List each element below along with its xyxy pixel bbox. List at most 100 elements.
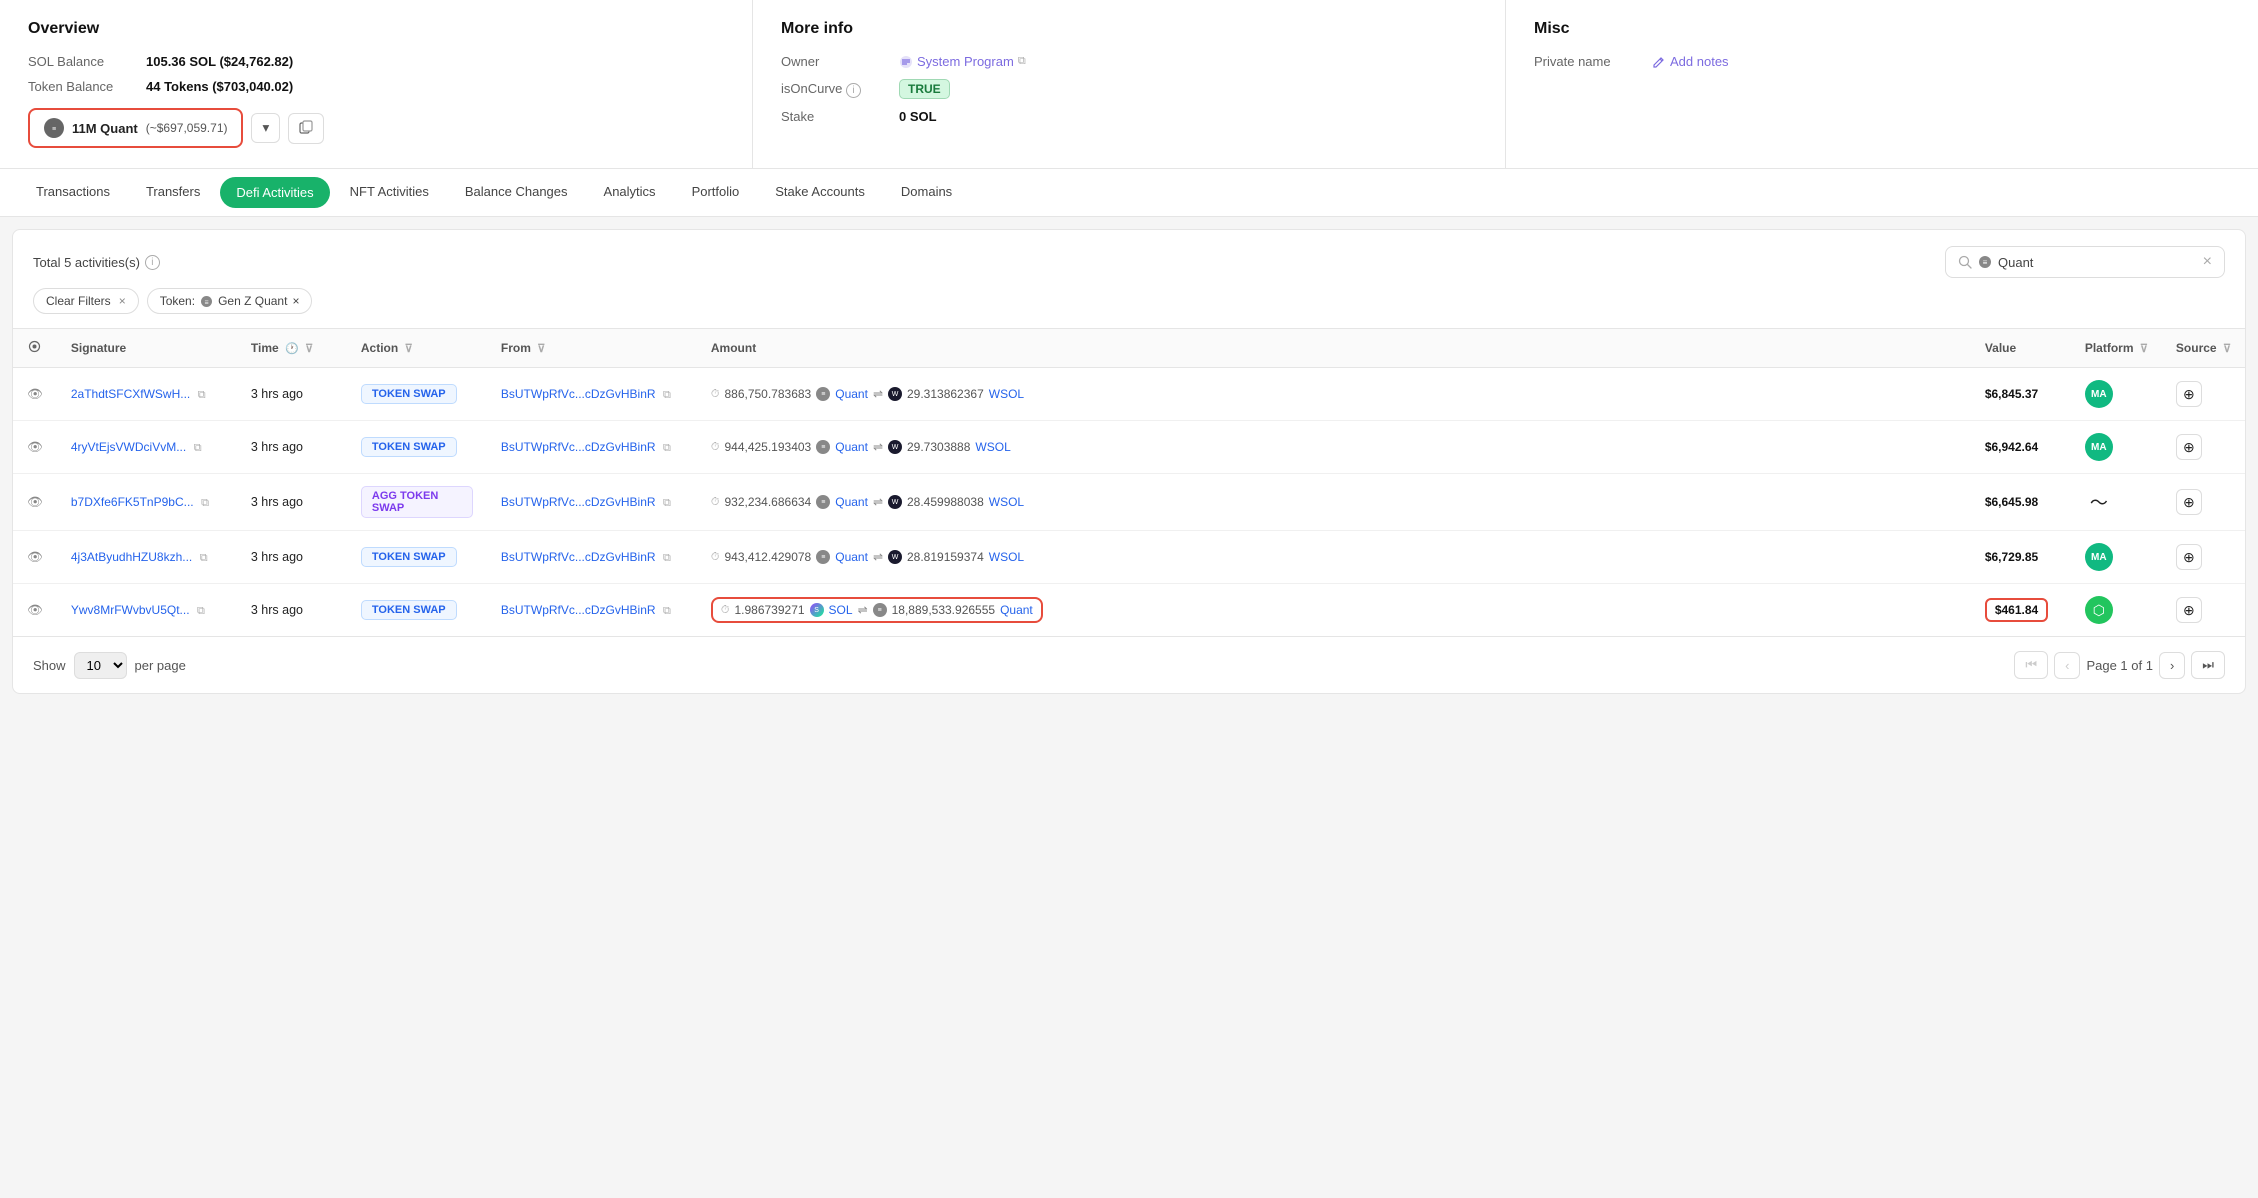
row-eye-icon[interactable]: 👁 bbox=[27, 603, 43, 617]
col-header-signature: Signature bbox=[57, 329, 237, 368]
token-copy-button[interactable] bbox=[288, 113, 324, 144]
value-cell: $6,645.98 bbox=[1985, 495, 2038, 509]
row-eye-icon[interactable]: 👁 bbox=[27, 550, 43, 564]
owner-row: Owner System Program ⧉ bbox=[781, 54, 1477, 69]
action-filter-icon[interactable]: ⊽ bbox=[405, 343, 413, 355]
amount-from-num: 1.986739271 bbox=[734, 603, 804, 617]
copy-icon[interactable]: ⧉ bbox=[1018, 55, 1026, 68]
from-copy-icon[interactable]: ⧉ bbox=[663, 552, 671, 564]
signature-link[interactable]: Ywv8MrFWvbvU5Qt... bbox=[71, 603, 190, 617]
first-page-button[interactable]: ⏮ bbox=[2014, 651, 2048, 679]
col-header-amount: Amount bbox=[697, 329, 1971, 368]
amount-cell: ⏱ 944,425.193403 ≡ Quant ⇌ W 29.7303888 … bbox=[711, 440, 1957, 454]
count-info-icon[interactable]: i bbox=[145, 255, 160, 270]
from-address[interactable]: BsUTWpRfVc...cDzGvHBinR bbox=[501, 440, 656, 454]
signature-link[interactable]: 4ryVtEjsVWDciVvM... bbox=[71, 440, 186, 454]
clear-filters-chip[interactable]: Clear Filters × bbox=[33, 288, 139, 314]
from-copy-icon[interactable]: ⧉ bbox=[663, 605, 671, 617]
search-input[interactable] bbox=[1998, 255, 2197, 270]
signature-link[interactable]: b7DXfe6FK5TnP9bC... bbox=[71, 495, 194, 509]
misc-title: Misc bbox=[1534, 20, 2230, 38]
token-box-icon: ≡ bbox=[44, 118, 64, 138]
time-filter-icon[interactable]: ⊽ bbox=[305, 343, 313, 355]
row-time: 3 hrs ago bbox=[251, 387, 303, 401]
from-copy-icon[interactable]: ⧉ bbox=[663, 497, 671, 509]
source-filter-icon[interactable]: ⊽ bbox=[2223, 343, 2231, 355]
tab-transfers[interactable]: Transfers bbox=[130, 170, 216, 215]
amount-from-token[interactable]: Quant bbox=[835, 495, 868, 509]
amount-from-token[interactable]: Quant bbox=[835, 550, 868, 564]
row-eye-icon[interactable]: 👁 bbox=[27, 495, 43, 509]
from-address[interactable]: BsUTWpRfVc...cDzGvHBinR bbox=[501, 387, 656, 401]
next-page-button[interactable]: › bbox=[2159, 652, 2185, 679]
amount-from-token[interactable]: SOL bbox=[829, 603, 853, 617]
tab-transactions[interactable]: Transactions bbox=[20, 170, 126, 215]
amount-to-token[interactable]: Quant bbox=[1000, 603, 1033, 617]
from-address[interactable]: BsUTWpRfVc...cDzGvHBinR bbox=[501, 495, 656, 509]
amount-to-num: 28.819159374 bbox=[907, 550, 984, 564]
amount-from-token[interactable]: Quant bbox=[835, 440, 868, 454]
sig-copy-icon[interactable]: ⧉ bbox=[198, 389, 206, 401]
amount-to-token[interactable]: WSOL bbox=[989, 550, 1024, 564]
owner-link[interactable]: System Program ⧉ bbox=[899, 54, 1026, 69]
is-on-curve-row: isOnCurve i TRUE bbox=[781, 79, 1477, 99]
from-address[interactable]: BsUTWpRfVc...cDzGvHBinR bbox=[501, 603, 656, 617]
tab-analytics[interactable]: Analytics bbox=[588, 170, 672, 215]
is-on-curve-label: isOnCurve i bbox=[781, 81, 891, 98]
col-header-source: Source ⊽ bbox=[2162, 329, 2245, 368]
sig-copy-icon[interactable]: ⧉ bbox=[200, 552, 208, 564]
tab-portfolio[interactable]: Portfolio bbox=[676, 170, 756, 215]
time-clock-icon[interactable]: 🕐 bbox=[285, 343, 299, 355]
sol-balance-value: 105.36 SOL ($24,762.82) bbox=[146, 54, 293, 69]
sig-copy-icon[interactable]: ⧉ bbox=[194, 442, 202, 454]
platform-avatar: MA bbox=[2085, 380, 2113, 408]
add-notes-link[interactable]: Add notes bbox=[1652, 54, 1729, 69]
row-action-cell: TOKEN SWAP bbox=[347, 368, 487, 421]
filter-row: Clear Filters × Token: ≡ Gen Z Quant × bbox=[13, 278, 2245, 328]
tab-defi[interactable]: Defi Activities bbox=[220, 177, 329, 208]
col-time-label: Time bbox=[251, 341, 279, 355]
swap-arrows-icon: ⇌ bbox=[873, 440, 883, 454]
tab-balance-changes[interactable]: Balance Changes bbox=[449, 170, 584, 215]
token-selector-box[interactable]: ≡ 11M Quant (~$697,059.71) bbox=[28, 108, 243, 148]
from-copy-icon[interactable]: ⧉ bbox=[663, 389, 671, 401]
info-icon[interactable]: i bbox=[846, 83, 861, 98]
value-cell: $6,729.85 bbox=[1985, 550, 2038, 564]
sig-copy-icon[interactable]: ⧉ bbox=[197, 605, 205, 617]
col-platform-label: Platform bbox=[2085, 341, 2134, 355]
from-copy-icon[interactable]: ⧉ bbox=[663, 442, 671, 454]
token-filter-x[interactable]: × bbox=[292, 294, 299, 308]
row-value-cell: $6,729.85 bbox=[1971, 531, 2071, 584]
table-row: 👁 4ryVtEjsVWDciVvM... ⧉ 3 hrs ago TOKEN … bbox=[13, 421, 2245, 474]
row-value-cell: $461.84 bbox=[1971, 584, 2071, 637]
search-box[interactable]: ≡ × bbox=[1945, 246, 2225, 278]
amount-to-token[interactable]: WSOL bbox=[989, 387, 1024, 401]
per-page-select[interactable]: 10 25 50 bbox=[74, 652, 127, 679]
last-page-button[interactable]: ⏭ bbox=[2191, 651, 2225, 679]
amount-to-token[interactable]: WSOL bbox=[975, 440, 1010, 454]
signature-link[interactable]: 2aThdtSFCXfWSwH... bbox=[71, 387, 190, 401]
token-dropdown-button[interactable]: ▾ bbox=[251, 113, 280, 143]
search-clear-icon[interactable]: × bbox=[2203, 253, 2212, 271]
row-eye-icon[interactable]: 👁 bbox=[27, 440, 43, 454]
tab-stake-accounts[interactable]: Stake Accounts bbox=[759, 170, 881, 215]
platform-filter-icon[interactable]: ⊽ bbox=[2140, 343, 2148, 355]
prev-page-button[interactable]: ‹ bbox=[2054, 652, 2080, 679]
row-amount-cell: ⏱ 943,412.429078 ≡ Quant ⇌ W 28.81915937… bbox=[697, 531, 1971, 584]
signature-link[interactable]: 4j3AtByudhHZU8kzh... bbox=[71, 550, 192, 564]
sig-copy-icon[interactable]: ⧉ bbox=[201, 497, 209, 509]
from-address[interactable]: BsUTWpRfVc...cDzGvHBinR bbox=[501, 550, 656, 564]
clear-filters-x[interactable]: × bbox=[119, 294, 126, 308]
more-info-card: More info Owner System Program ⧉ isOnCur… bbox=[753, 0, 1506, 168]
col-header-value: Value bbox=[1971, 329, 2071, 368]
row-from-cell: BsUTWpRfVc...cDzGvHBinR ⧉ bbox=[487, 474, 697, 531]
tab-nft[interactable]: NFT Activities bbox=[334, 170, 445, 215]
amount-from-num: 944,425.193403 bbox=[724, 440, 811, 454]
sol-balance-row: SOL Balance 105.36 SOL ($24,762.82) bbox=[28, 54, 724, 69]
eye-settings-icon[interactable] bbox=[27, 339, 42, 354]
amount-to-token[interactable]: WSOL bbox=[989, 495, 1024, 509]
from-filter-icon[interactable]: ⊽ bbox=[537, 343, 545, 355]
tab-domains[interactable]: Domains bbox=[885, 170, 968, 215]
row-eye-icon[interactable]: 👁 bbox=[27, 387, 43, 401]
amount-from-token[interactable]: Quant bbox=[835, 387, 868, 401]
